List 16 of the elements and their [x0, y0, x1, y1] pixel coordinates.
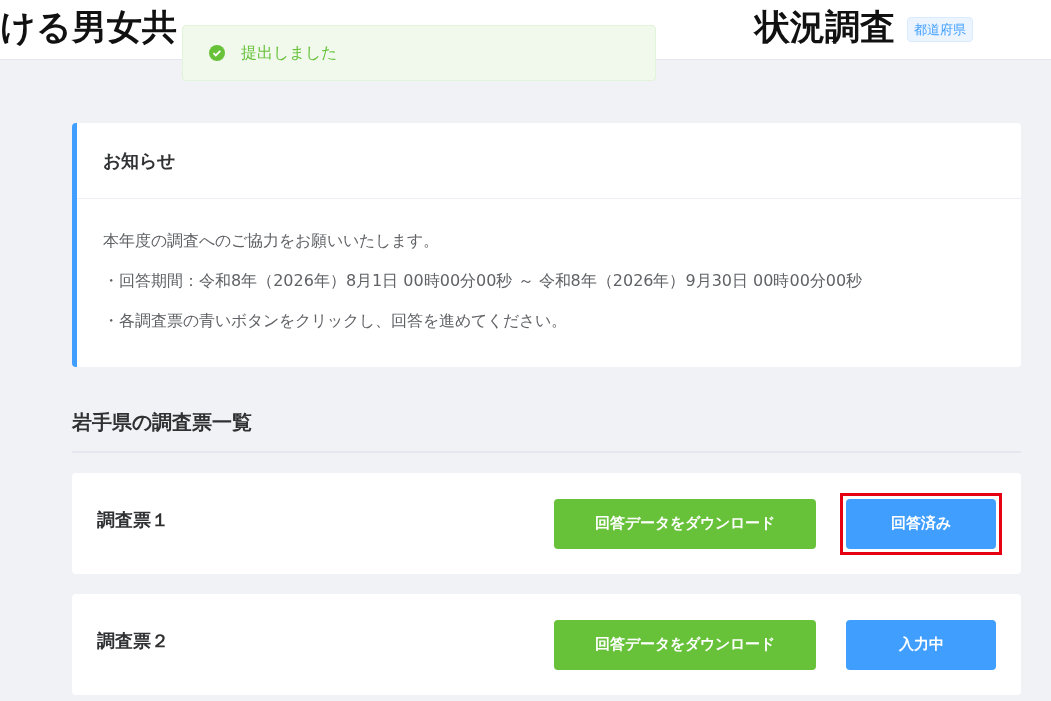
page-title: 状況調査: [755, 10, 895, 45]
category-tag: 都道府県: [907, 16, 973, 43]
survey-name: 調査票１: [97, 508, 169, 532]
section-heading: 岩手県の調査票一覧: [72, 367, 1021, 453]
status-button[interactable]: 入力中: [846, 619, 996, 670]
status-button[interactable]: 回答済み: [846, 498, 996, 549]
notice-text: ・各調査票の青いボタンをクリックし、回答を進めてください。: [103, 310, 568, 332]
notice-text: ・回答期間：令和8年（2026年）8月1日 00時00分00秒 ～ 令和8年（2026年）9月30日 00時00分00秒: [103, 270, 864, 292]
page-title: ける男女共: [0, 10, 177, 45]
toast-message: 提出しました: [241, 42, 337, 64]
notice-title: お知らせ: [77, 123, 1021, 199]
survey-name: 調査票２: [97, 629, 169, 653]
notice-text: 本年度の調査へのご協力をお願いいたします。: [103, 230, 440, 252]
download-button[interactable]: 回答データをダウンロード: [554, 619, 816, 670]
download-button[interactable]: 回答データをダウンロード: [554, 498, 816, 549]
check-circle-icon: [209, 45, 225, 61]
